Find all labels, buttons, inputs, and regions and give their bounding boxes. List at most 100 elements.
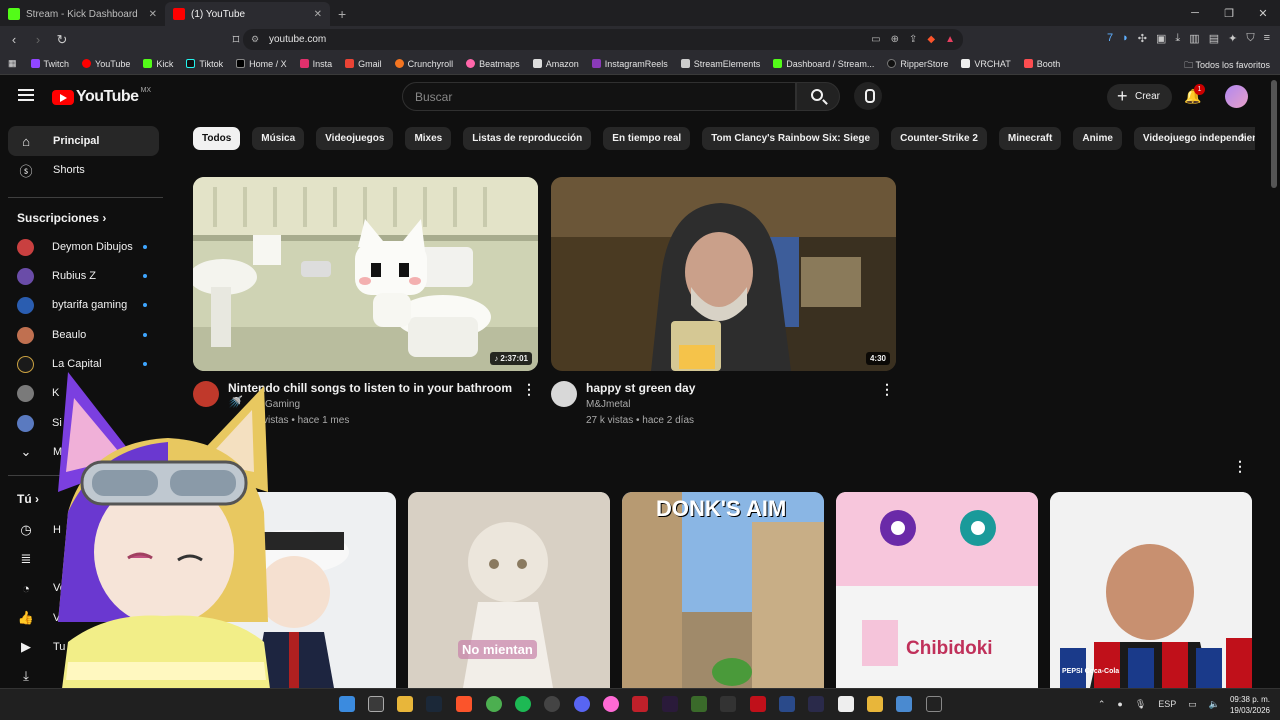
back-button[interactable]: ‹ xyxy=(4,32,24,47)
sidebar-item-downloads[interactable]: ⤓ xyxy=(8,661,159,691)
video-thumbnail[interactable]: ♪ 2:37:01 xyxy=(193,177,538,371)
bookmark-crunchyroll[interactable]: Crunchyroll xyxy=(394,59,453,69)
reload-button[interactable]: ↻ xyxy=(52,32,72,48)
youtube-logo[interactable]: YouTube MX xyxy=(52,87,151,106)
cast-icon[interactable]: ▭ xyxy=(871,34,880,45)
discord-icon[interactable] xyxy=(574,696,590,712)
subscriptions-heading[interactable]: Suscripciones › xyxy=(17,211,106,225)
chrome-icon[interactable] xyxy=(486,696,502,712)
menu-icon[interactable]: ≡ xyxy=(1264,32,1270,45)
short-card[interactable] xyxy=(194,492,396,688)
sidebar-item-watch-later[interactable]: ◔ Ve xyxy=(8,573,159,603)
video-thumbnail[interactable]: 4:30 xyxy=(551,177,896,371)
volume-icon[interactable]: 🔈 xyxy=(1209,699,1220,710)
you-heading[interactable]: Tú › xyxy=(17,492,39,506)
bookmark-x[interactable]: Home / X xyxy=(236,59,287,69)
app-blue-icon[interactable] xyxy=(779,696,795,712)
channel-avatar[interactable] xyxy=(193,381,219,407)
short-card[interactable]: PEPSI Coca-Cola xyxy=(1050,492,1252,688)
chip-mixes[interactable]: Mixes xyxy=(405,127,452,150)
wallet-icon[interactable]: ▤ xyxy=(1209,32,1219,45)
app-audio-icon[interactable] xyxy=(808,696,824,712)
subscription-item[interactable]: Deymon Dibujos xyxy=(8,232,159,262)
bookmark-gmail[interactable]: Gmail xyxy=(345,59,382,69)
account-avatar[interactable] xyxy=(1225,85,1248,108)
brave-shields-icon[interactable]: ◆ xyxy=(927,34,935,45)
more-options-icon[interactable]: ⋮ xyxy=(522,381,536,398)
close-tab-icon[interactable]: ✕ xyxy=(149,9,157,20)
shelf-more-options-icon[interactable]: ⋮ xyxy=(1233,458,1247,475)
bookmark-tiktok[interactable]: Tiktok xyxy=(186,59,223,69)
tab-youtube[interactable]: (1) YouTube ✕ xyxy=(165,2,330,26)
zoom-icon[interactable]: ⊕ xyxy=(891,34,899,45)
address-bar[interactable]: ⚙ youtube.com ▭ ⊕ ⇪ ◆ ▲ xyxy=(243,29,963,50)
app-green-icon[interactable] xyxy=(691,696,707,712)
chip-all[interactable]: Todos xyxy=(193,127,241,150)
subscription-item[interactable]: bytarifa gaming xyxy=(8,290,159,320)
brave-browser-icon[interactable] xyxy=(456,696,472,712)
app-v-icon[interactable] xyxy=(896,696,912,712)
app-pink-icon[interactable] xyxy=(603,696,619,712)
short-card[interactable]: DONK'S AIM xyxy=(622,492,824,688)
forward-button[interactable]: › xyxy=(28,32,48,47)
network-icon[interactable]: ▭ xyxy=(1188,699,1197,710)
search-input[interactable]: Buscar xyxy=(402,82,796,111)
extension-screenshot-icon[interactable]: ▣ xyxy=(1156,32,1166,45)
tab-kick-dashboard[interactable]: Stream - Kick Dashboard ✕ xyxy=(0,2,165,26)
steam-icon[interactable] xyxy=(426,696,442,712)
chip-playlists[interactable]: Listas de reproducción xyxy=(463,127,592,150)
sidebar-toggle-icon[interactable]: ▥ xyxy=(1189,32,1199,45)
notifications-bell-icon[interactable]: 🔔 1 xyxy=(1184,84,1205,106)
video-channel-name[interactable]: M&Jmetal xyxy=(586,399,630,410)
spotify-icon[interactable] xyxy=(515,696,531,712)
minimize-button[interactable]: ─ xyxy=(1178,7,1212,19)
bookmark-amazon[interactable]: Amazon xyxy=(532,59,579,69)
sidebar-item-liked-videos[interactable]: 👍 Videos xyxy=(8,603,159,633)
tray-app-icon[interactable]: ● xyxy=(1117,699,1122,710)
all-bookmarks-folder[interactable]: 🗀 Todos los favoritos xyxy=(1184,58,1270,74)
create-button[interactable]: Crear xyxy=(1107,83,1173,110)
capcut-icon[interactable] xyxy=(838,696,854,712)
subscription-item[interactable]: Beaulo xyxy=(8,320,159,350)
extensions-puzzle-icon[interactable]: ✣ xyxy=(1138,32,1147,45)
short-card[interactable]: Chibidoki xyxy=(836,492,1038,688)
close-window-button[interactable]: ✕ xyxy=(1246,7,1280,20)
channel-avatar[interactable] xyxy=(551,381,577,407)
more-options-icon[interactable]: ⋮ xyxy=(880,381,894,398)
taskbar-clock[interactable]: 09:38 p. m. 19/03/2026 xyxy=(1230,694,1270,716)
page-scrollbar[interactable] xyxy=(1271,80,1277,188)
bookmark-twitch[interactable]: Twitch xyxy=(30,59,69,69)
obs-icon[interactable] xyxy=(544,696,560,712)
brave-rewards-icon[interactable]: ▲ xyxy=(945,34,955,45)
apps-grid-icon[interactable]: ▦ xyxy=(8,58,17,69)
chip-indie-games[interactable]: Videojuego independiente xyxy=(1133,127,1255,150)
sidebar-show-more[interactable]: ⌄ M xyxy=(8,437,159,467)
app-x-icon[interactable] xyxy=(750,696,766,712)
folder-icon[interactable] xyxy=(867,696,883,712)
bookmark-vrchat[interactable]: VRCHAT xyxy=(961,59,1011,69)
video-card[interactable]: 4:30 happy st green day M&Jmetal 27 k vi… xyxy=(551,177,896,426)
chip-music[interactable]: Música xyxy=(252,127,305,150)
sidebar-item-your-videos[interactable]: ▶ Tu xyxy=(8,632,159,662)
bookmark-dashboard-stream[interactable]: Dashboard / Stream... xyxy=(773,59,874,69)
chip-anime[interactable]: Anime xyxy=(1073,127,1122,150)
leo-ai-icon[interactable]: ✦ xyxy=(1228,32,1237,45)
vtube-studio-icon[interactable] xyxy=(662,696,678,712)
voice-search-button[interactable] xyxy=(854,82,882,110)
search-button[interactable] xyxy=(796,82,840,111)
short-card[interactable]: No mientan xyxy=(408,492,610,688)
tray-overflow-icon[interactable]: ⌃ xyxy=(1098,699,1106,710)
share-icon[interactable]: ⇪ xyxy=(909,34,917,45)
subscription-item[interactable]: K xyxy=(8,378,159,408)
maximize-button[interactable]: ❐ xyxy=(1212,7,1246,20)
chevron-right-icon[interactable]: › xyxy=(1240,128,1245,144)
bookmark-ripperstore[interactable]: RipperStore xyxy=(887,59,948,69)
chip-counter-strike[interactable]: Counter-Strike 2 xyxy=(891,127,987,150)
chip-live[interactable]: En tiempo real xyxy=(603,127,691,150)
subscription-item[interactable]: Rubius Z xyxy=(8,261,159,291)
extension-wave-icon[interactable]: ◗ xyxy=(1122,32,1129,45)
sidebar-item-home[interactable]: ⌂ Principal xyxy=(8,126,159,156)
terminal-icon[interactable] xyxy=(926,696,942,712)
chip-minecraft[interactable]: Minecraft xyxy=(998,127,1062,150)
bookmark-beatmaps[interactable]: Beatmaps xyxy=(466,59,520,69)
